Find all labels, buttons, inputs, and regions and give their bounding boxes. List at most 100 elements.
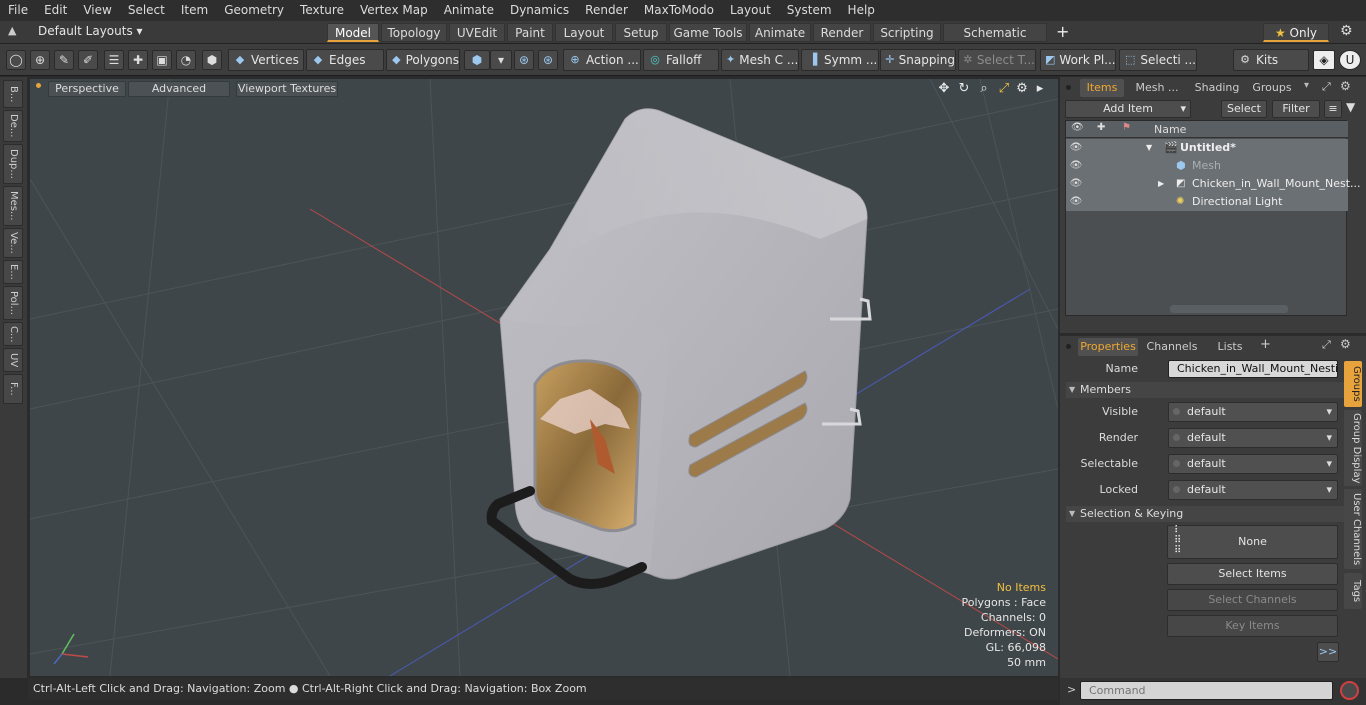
select-items-button[interactable]: Select Items <box>1167 563 1338 585</box>
visible-select[interactable]: default <box>1168 402 1338 422</box>
globe-icon[interactable]: ⊕ <box>30 50 50 70</box>
tab-groups[interactable]: Groups <box>1250 79 1294 97</box>
visibility-column-icon[interactable]: 👁 <box>1071 122 1084 133</box>
menu-dynamics[interactable]: Dynamics <box>502 0 577 21</box>
move-view-icon[interactable]: ✥ <box>936 81 952 97</box>
left-tab-polygon[interactable]: Pol... <box>3 286 23 320</box>
work-plane-button[interactable]: ◩ Work Pl... <box>1040 49 1116 71</box>
dial-icon[interactable]: ◔ <box>176 50 196 70</box>
left-tab-basic[interactable]: B... <box>3 80 23 108</box>
left-tab-curve[interactable]: C... <box>3 322 23 346</box>
menu-select[interactable]: Select <box>120 0 173 21</box>
menu-vertex-map[interactable]: Vertex Map <box>352 0 436 21</box>
layout-selector[interactable]: Default Layouts ▾ <box>38 24 143 38</box>
left-tab-vertex[interactable]: Ve... <box>3 228 23 258</box>
items-list-scrollbar[interactable] <box>1170 305 1288 313</box>
pen-icon[interactable]: ✎ <box>54 50 74 70</box>
menu-layout[interactable]: Layout <box>722 0 779 21</box>
side-tab-groups[interactable]: Groups <box>1344 361 1362 407</box>
side-tab-tags[interactable]: Tags <box>1344 573 1362 609</box>
items-panel-expand-icon[interactable]: ⤢ <box>1322 80 1331 94</box>
rotate-view-icon[interactable]: ↻ <box>956 81 972 97</box>
expand-arrow-icon[interactable]: ▶ <box>1158 175 1164 193</box>
viewport-settings-icon[interactable]: ⚙ <box>1014 81 1030 97</box>
key-items-button[interactable]: Key Items <box>1167 615 1338 637</box>
polygons-button[interactable]: ◆ Polygons <box>386 49 460 71</box>
panel-splitter[interactable] <box>1060 333 1366 336</box>
zoom-view-icon[interactable]: ⌕ <box>976 81 992 97</box>
properties-expand-icon[interactable]: ⤢ <box>1322 338 1331 352</box>
menu-edit[interactable]: Edit <box>36 0 75 21</box>
center-icon[interactable]: ✚ <box>128 50 148 70</box>
visibility-eye-icon[interactable]: 👁 <box>1069 139 1083 157</box>
tree-row-group[interactable]: 👁 ▶ ◩ Chicken_in_Wall_Mount_Nest... <box>1066 175 1361 193</box>
unity-icon[interactable]: ◈ <box>1313 50 1335 70</box>
only-toggle[interactable]: ★ Only <box>1263 23 1329 42</box>
viewport-textures-button[interactable]: Viewport Textures <box>236 81 338 97</box>
3d-viewport[interactable]: No Items Polygons : Face Channels: 0 Def… <box>30 79 1058 676</box>
menu-file[interactable]: File <box>0 0 36 21</box>
perspective-button[interactable]: Perspective <box>48 81 126 97</box>
falloff-button[interactable]: ◎ Falloff <box>643 49 719 71</box>
select-channels-button[interactable]: Select Channels <box>1167 589 1338 611</box>
select-through-button[interactable]: ✲ Select T... <box>958 49 1036 71</box>
snapping-button[interactable]: ✛ Snapping <box>880 49 956 71</box>
lock-column-icon[interactable]: ✚ <box>1097 122 1105 133</box>
tab-render[interactable]: Render <box>813 23 871 42</box>
tab-topology[interactable]: Topology <box>381 23 447 42</box>
tree-row-scene[interactable]: 👁 ▼ 🎬 Untitled* <box>1066 139 1348 157</box>
item-mode-icon[interactable]: ⬢ <box>464 50 490 70</box>
mesh-constraint-button[interactable]: ✦ Mesh C ... <box>721 49 799 71</box>
selection-sets-button[interactable]: ⬚ Selecti ... <box>1119 49 1197 71</box>
locked-select[interactable]: default <box>1168 480 1338 500</box>
side-tab-user-channels[interactable]: User Channels <box>1344 489 1362 569</box>
menu-maxtomodo[interactable]: MaxToModo <box>636 0 722 21</box>
list-options-icon[interactable]: ≡ <box>1324 100 1342 118</box>
visibility-eye-icon[interactable]: 👁 <box>1069 175 1083 193</box>
align-icon[interactable]: ☰ <box>104 50 124 70</box>
vertices-button[interactable]: ◆ Vertices <box>228 49 304 71</box>
snap-sphere-icon[interactable]: ⊛ <box>514 50 534 70</box>
symmetry-sphere-icon[interactable]: ⊛ <box>538 50 558 70</box>
left-tab-duplicate[interactable]: Dup... <box>3 144 23 184</box>
tab-game-tools[interactable]: Game Tools <box>669 23 747 42</box>
visibility-eye-icon[interactable]: 👁 <box>1069 157 1083 175</box>
tree-row-mesh[interactable]: 👁 ⬢ Mesh <box>1066 157 1348 175</box>
name-column-header[interactable]: Name <box>1154 123 1186 136</box>
items-panel-gear-icon[interactable]: ⚙ <box>1340 79 1351 93</box>
kits-button[interactable]: ⚙ Kits <box>1233 49 1309 71</box>
items-tab-menu-icon[interactable]: ▾ <box>1304 80 1309 91</box>
filter-funnel-icon[interactable]: ▼ <box>1346 100 1355 114</box>
layout-pin-icon[interactable]: ▲ <box>8 24 16 37</box>
none-button[interactable]: ⠇ ⠿ ⠿ None <box>1167 525 1338 559</box>
tab-model[interactable]: Model <box>327 23 379 42</box>
viewport-dot-icon[interactable] <box>36 83 41 88</box>
menu-help[interactable]: Help <box>840 0 883 21</box>
render-select[interactable]: default <box>1168 428 1338 448</box>
frame-icon[interactable]: ▣ <box>152 50 172 70</box>
record-macro-icon[interactable] <box>1340 681 1359 700</box>
tab-properties[interactable]: Properties <box>1078 338 1138 356</box>
name-field[interactable]: Chicken_in_Wall_Mount_Nesting_ <box>1168 360 1338 378</box>
selectable-select[interactable]: default <box>1168 454 1338 474</box>
left-tab-mesh-edit[interactable]: Mes... <box>3 186 23 226</box>
advanced-button[interactable]: Advanced <box>128 81 230 97</box>
tab-scripting[interactable]: Scripting <box>873 23 941 42</box>
left-tab-edge[interactable]: E... <box>3 260 23 284</box>
menu-item[interactable]: Item <box>173 0 216 21</box>
tab-layout[interactable]: Layout <box>555 23 613 42</box>
tab-channels[interactable]: Channels <box>1144 338 1200 356</box>
tab-paint[interactable]: Paint <box>507 23 553 42</box>
tab-mesh[interactable]: Mesh ... <box>1132 79 1182 97</box>
tab-setup[interactable]: Setup <box>615 23 667 42</box>
menu-texture[interactable]: Texture <box>292 0 352 21</box>
left-tab-uv[interactable]: UV <box>3 348 23 372</box>
viewport-expand-icon[interactable]: ▸ <box>1032 81 1048 97</box>
menu-animate[interactable]: Animate <box>436 0 502 21</box>
menu-view[interactable]: View <box>75 0 119 21</box>
settings-gear-icon[interactable]: ⚙ <box>1340 23 1353 39</box>
tab-items[interactable]: Items <box>1080 79 1124 97</box>
left-tab-fusion[interactable]: F... <box>3 374 23 404</box>
maximize-view-icon[interactable]: ⤢ <box>996 81 1012 97</box>
tab-animate[interactable]: Animate <box>749 23 811 42</box>
